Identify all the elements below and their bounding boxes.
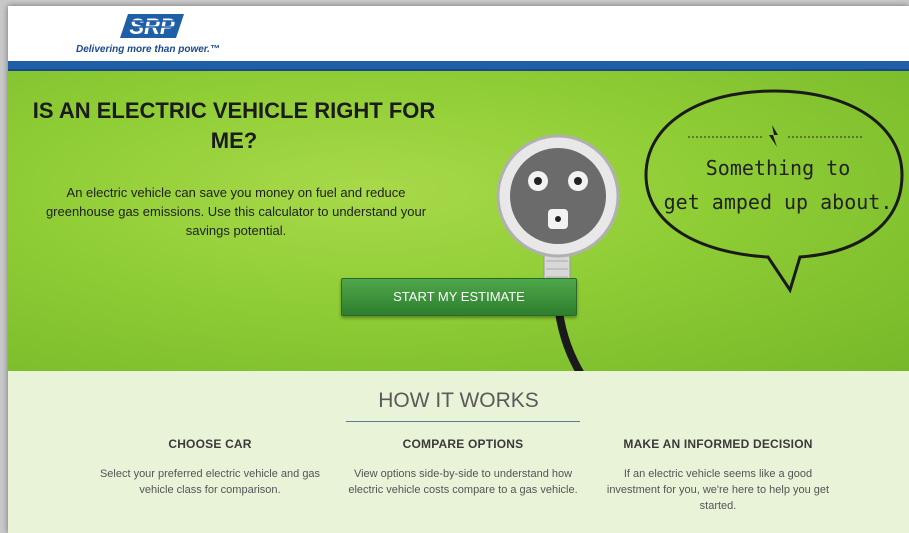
tagline: Delivering more than power.™ — [76, 44, 220, 55]
hero-title: IS AN ELECTRIC VEHICLE RIGHT FOR ME? — [14, 96, 454, 156]
how-it-works-title: HOW IT WORKS — [378, 389, 539, 412]
step-heading: MAKE AN INFORMED DECISION — [623, 437, 813, 451]
srp-logo[interactable]: SRP Delivering more than power.™ — [76, 12, 220, 56]
hero-title-line1: IS AN ELECTRIC VEHICLE RIGHT FOR — [32, 98, 436, 123]
site-header: SRP Delivering more than power.™ — [8, 6, 909, 61]
lightning-bolt-icon — [769, 125, 778, 147]
bubble-line2: get amped up about. — [663, 190, 893, 214]
hero-description: An electric vehicle can save you money o… — [45, 185, 427, 238]
bubble-line1: Something to — [705, 156, 851, 180]
start-my-estimate-button[interactable]: START MY ESTIMATE — [341, 278, 577, 316]
header-divider-bar — [8, 61, 909, 71]
how-it-works-underline — [346, 421, 580, 422]
how-it-works-section: HOW IT WORKS CHOOSE CAR Select your pref… — [8, 371, 909, 533]
ev-plug-icon — [496, 134, 620, 411]
page-frame: SRP Delivering more than power.™ IS AN E… — [8, 6, 909, 533]
step-choose-car: CHOOSE CAR Select your preferred electri… — [90, 437, 330, 498]
hero-banner: IS AN ELECTRIC VEHICLE RIGHT FOR ME? An … — [8, 71, 909, 411]
step-body: Select your preferred electric vehicle a… — [99, 468, 321, 496]
step-body: View options side-by-side to understand … — [348, 468, 578, 496]
step-compare-options: COMPARE OPTIONS View options side-by-sid… — [343, 437, 583, 498]
step-body: If an electric vehicle seems like a good… — [606, 468, 830, 512]
speech-bubble-text: Something to get amped up about. — [658, 151, 898, 219]
step-heading: COMPARE OPTIONS — [402, 437, 524, 451]
hero-title-line2: ME? — [210, 128, 258, 153]
step-heading: CHOOSE CAR — [168, 437, 252, 451]
srp-logo-mark: SRP — [120, 14, 184, 39]
step-make-decision: MAKE AN INFORMED DECISION If an electric… — [598, 437, 838, 514]
